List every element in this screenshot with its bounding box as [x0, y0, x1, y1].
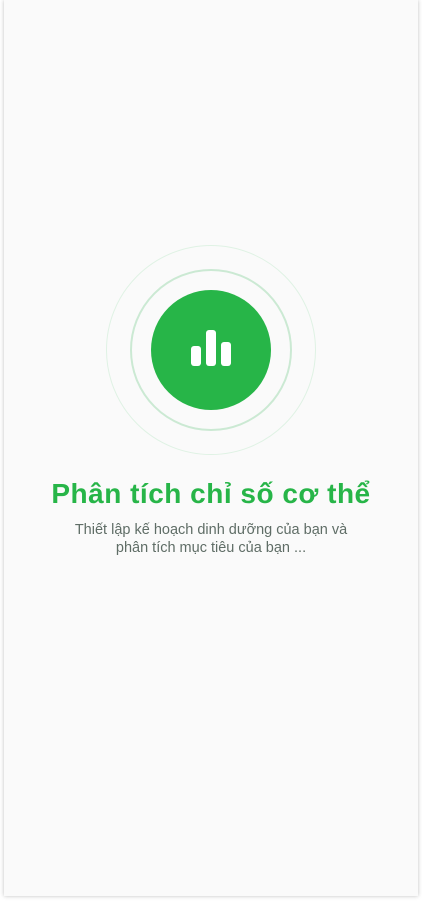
- page-title: Phân tích chỉ số cơ thể: [51, 478, 371, 509]
- bar-chart-icon: [191, 330, 231, 366]
- loading-description-line-2: phân tích mục tiêu của bạn ...: [115, 540, 307, 556]
- loader-circle: [151, 290, 271, 410]
- loading-description: Thiết lập kế hoạch dinh dưỡng của bạn và…: [44, 521, 378, 557]
- app-screen: Phân tích chỉ số cơ thể Thiết lập kế hoạ…: [4, 0, 418, 896]
- loading-description-line-1: Thiết lập kế hoạch dinh dưỡng của bạn và: [74, 522, 348, 538]
- analysis-loader: [4, 0, 418, 700]
